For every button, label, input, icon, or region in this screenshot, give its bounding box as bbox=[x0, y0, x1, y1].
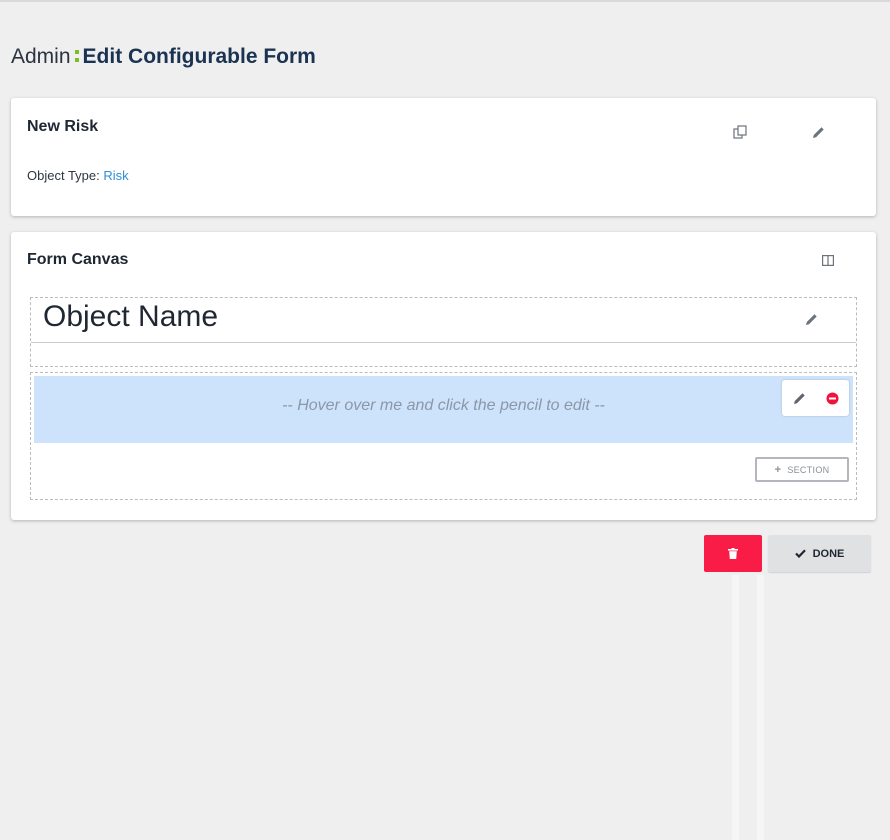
form-section: -- Hover over me and click the pencil to… bbox=[30, 372, 857, 500]
trash-icon bbox=[728, 548, 738, 559]
add-section-label: SECTION bbox=[787, 464, 830, 475]
done-button[interactable]: DONE bbox=[768, 535, 871, 572]
object-name-underline bbox=[31, 342, 856, 343]
section-tools bbox=[782, 380, 849, 416]
breadcrumb-admin[interactable]: Admin bbox=[11, 45, 71, 68]
form-canvas-card: Form Canvas Object Name -- Hover over me… bbox=[11, 232, 876, 520]
pencil-icon[interactable] bbox=[808, 122, 828, 142]
object-type-label: Object Type: bbox=[27, 168, 100, 183]
form-info-card: New Risk Object Type: Risk bbox=[11, 98, 876, 216]
section-placeholder: -- Hover over me and click the pencil to… bbox=[282, 397, 605, 414]
top-divider bbox=[0, 0, 890, 2]
form-canvas-title: Form Canvas bbox=[27, 251, 129, 268]
checkmark-icon bbox=[794, 549, 806, 558]
breadcrumb-separator-icon bbox=[73, 46, 81, 64]
object-type: Object Type: Risk bbox=[27, 168, 129, 183]
form-name: New Risk bbox=[27, 118, 99, 135]
pencil-icon[interactable] bbox=[801, 309, 821, 329]
columns-icon[interactable] bbox=[818, 250, 838, 270]
object-name-label: Object Name bbox=[43, 300, 219, 333]
page-title: Admin Edit Configurable Form bbox=[11, 44, 316, 70]
add-section-button[interactable]: + SECTION bbox=[755, 457, 849, 482]
plus-icon: + bbox=[774, 463, 782, 476]
remove-icon[interactable] bbox=[822, 388, 842, 408]
done-label: DONE bbox=[812, 547, 845, 560]
breadcrumb-current: Edit Configurable Form bbox=[82, 45, 316, 68]
object-type-link[interactable]: Risk bbox=[103, 168, 128, 183]
pencil-icon[interactable] bbox=[789, 388, 809, 408]
object-name-field[interactable]: Object Name bbox=[30, 297, 857, 367]
background-stripe bbox=[732, 575, 739, 840]
delete-button[interactable] bbox=[704, 535, 762, 572]
copy-icon[interactable] bbox=[730, 122, 750, 142]
background-stripe bbox=[757, 575, 764, 840]
section-hover-area[interactable]: -- Hover over me and click the pencil to… bbox=[34, 376, 853, 443]
